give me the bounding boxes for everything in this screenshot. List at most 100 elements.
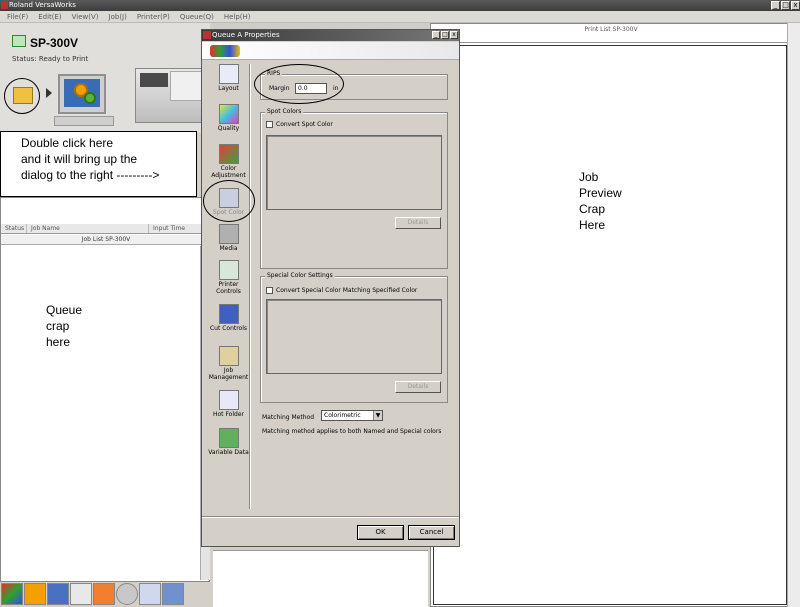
convert-spot-color-checkbox[interactable] [266,121,273,128]
special-colors-group: Special Color Settings Convert Special C… [260,272,448,403]
callout-line: dialog to the right ---------> [21,168,160,182]
properties-content: RIPS Margin 0.0 in Spot Colors Convert S… [254,64,454,514]
nav-item-cut-controls[interactable]: Cut Controls [206,304,251,332]
quality-icon [218,104,239,124]
variable-data-icon [218,428,239,448]
check-icon[interactable] [47,583,69,605]
nav-item-printer-controls[interactable]: Printer Controls [206,260,251,295]
printer-name: SP-300V [30,36,79,50]
app-titlebar: Roland VersaWorks [0,0,800,11]
matching-method-note: Matching method applies to both Named an… [262,428,442,435]
spot-color-highlight-circle [203,180,255,222]
margin-highlight-circle [254,64,344,104]
preview-note: Job Preview Crap Here [579,170,622,232]
spot-colors-group: Spot Colors Convert Spot Color Details [260,108,448,269]
maximize-button[interactable]: □ [781,1,790,10]
printer-icon [135,68,205,123]
queue-properties-dialog: Queue A Properties _ □ x Layout Quality … [201,29,460,547]
color-dots-icon [210,45,240,57]
nav-item-quality[interactable]: Quality [206,104,251,132]
menu-job[interactable]: Job(J) [104,11,132,22]
callout-note: Double click here and it will bring up t… [0,131,197,197]
stop-icon[interactable] [116,583,138,605]
matching-method-value: Colorimetric [324,412,361,419]
nav-item-variable-data[interactable]: Variable Data [206,428,251,456]
nav-item-job-management[interactable]: Job Management [206,346,251,381]
menu-file[interactable]: File(F) [2,11,33,22]
spot-color-details-button[interactable]: Details [395,217,441,229]
dialog-bottom-separator [202,516,459,518]
printer-roll [140,73,168,87]
media-icon [218,224,239,244]
menu-queue[interactable]: Queue(Q) [175,11,219,22]
preview-scrollbar[interactable] [787,23,800,607]
job-list-title: Job List SP-300V [1,235,211,245]
nav-item-hot-folder[interactable]: Hot Folder [206,390,251,418]
nav-separator [249,64,251,509]
gear-icon-small [84,92,96,104]
bag-icon[interactable] [162,583,184,605]
dialog-app-icon [203,31,211,39]
dialog-maximize-button[interactable]: □ [441,31,449,39]
download-icon[interactable] [93,583,115,605]
ok-button[interactable]: OK [357,525,404,540]
convert-special-color-checkbox[interactable] [266,287,273,294]
bottom-toolbar [0,582,210,607]
cancel-button[interactable]: Cancel [408,525,455,540]
nav-item-color-adjustment[interactable]: Color Adjustment [206,144,251,179]
colors-icon[interactable] [1,583,23,605]
job-preview-panel: Print List SP-300V Job Preview Crap Here [430,23,800,607]
layout-icon [218,64,239,84]
color-adjustment-icon [218,144,239,164]
dialog-minimize-button[interactable]: _ [432,31,440,39]
job-management-icon [218,346,239,366]
app-icon [1,1,8,9]
matching-method-label: Matching Method [262,414,314,421]
minimize-button[interactable]: _ [771,1,780,10]
queue-note: Queue crap here [46,303,83,349]
nav-item-layout[interactable]: Layout [206,64,251,92]
computer-icon [58,74,106,114]
window-controls: _ □ x [771,0,800,11]
spot-color-list[interactable] [266,135,442,210]
menu-view[interactable]: View(V) [67,11,104,22]
spot-colors-group-label: Spot Colors [265,108,304,115]
close-button[interactable]: x [791,1,800,10]
chevron-down-icon: ▼ [373,411,382,420]
dialog-titlebar: Queue A Properties [202,30,459,41]
convert-spot-color-label: Convert Spot Color [276,121,333,128]
document-icon[interactable] [70,583,92,605]
menu-edit[interactable]: Edit(E) [33,11,66,22]
hot-folder-icon [218,390,239,410]
special-color-details-button[interactable]: Details [395,381,441,393]
dialog-window-controls: _ □ x [432,31,458,39]
middle-strip [213,550,428,607]
printer-status-graph-icon [12,35,26,47]
special-colors-group-label: Special Color Settings [265,272,335,279]
queue-folder-icon[interactable] [13,87,33,104]
printer-cover [170,71,202,101]
preview-title: Print List SP-300V [584,26,638,33]
dialog-close-button[interactable]: x [450,31,458,39]
arrow-icon [46,88,52,98]
properties-nav: Layout Quality Color Adjustment Spot Col… [206,64,251,514]
special-color-list[interactable] [266,299,442,374]
cut-controls-icon [218,304,239,324]
queue-column-headers: Status Job Name Input Time [1,224,211,234]
matching-method-select[interactable]: Colorimetric ▼ [321,410,383,421]
queue-panel: Status Job Name Input Time Job List SP-3… [0,197,211,582]
queue-folder-highlight [4,78,40,114]
keyboard-icon [54,116,114,126]
menu-help[interactable]: Help(H) [219,11,256,22]
printer-controls-icon [218,260,239,280]
printer-status: Status: Ready to Print [12,55,89,63]
menu-printer[interactable]: Printer(P) [132,11,175,22]
preview-page[interactable] [433,45,787,605]
nav-item-media[interactable]: Media [206,224,251,252]
gear-icon[interactable] [24,583,46,605]
sparkle-icon[interactable] [139,583,161,605]
ruler [431,35,791,43]
column-job-name[interactable]: Job Name [27,224,149,233]
column-status[interactable]: Status [1,224,27,233]
menu-bar: File(F) Edit(E) View(V) Job(J) Printer(P… [0,11,800,23]
